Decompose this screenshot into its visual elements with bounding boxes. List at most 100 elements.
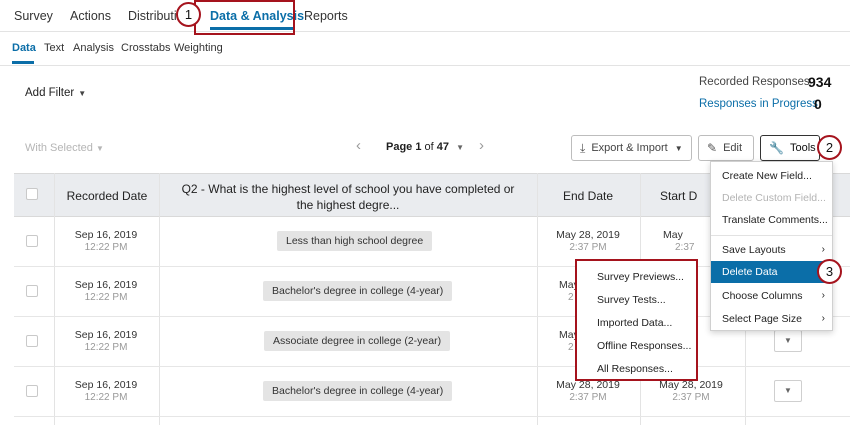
subtab-text[interactable]: Text xyxy=(44,42,64,54)
callout-highlight-data-analysis xyxy=(194,0,295,35)
tab-actions[interactable]: Actions xyxy=(70,9,111,23)
recorded-date-cell: Sep 16, 2019 xyxy=(74,329,138,341)
tab-survey[interactable]: Survey xyxy=(14,9,53,23)
answer-pill: Bachelor's degree in college (4-year) xyxy=(263,381,453,401)
chevron-down-icon: ▼ xyxy=(95,144,104,153)
submenu-item-offline-responses[interactable]: Offline Responses... xyxy=(577,335,695,357)
menu-item-create-new-field[interactable]: Create New Field... xyxy=(711,165,832,187)
with-selected-dropdown[interactable]: With Selected ▼ xyxy=(25,142,104,154)
chevron-right-icon: › xyxy=(821,244,825,255)
menu-item-label: Delete Data xyxy=(722,266,778,278)
recorded-date-cell: Sep 16, 2019 xyxy=(74,379,138,391)
with-selected-label: With Selected xyxy=(25,142,93,154)
menu-item-delete-custom-field: Delete Custom Field... xyxy=(711,187,832,209)
menu-item-label: Create New Field... xyxy=(722,170,812,182)
header-end-date[interactable]: End Date xyxy=(537,189,639,203)
row-actions-button[interactable]: ▼ xyxy=(774,330,802,352)
header-recorded-date[interactable]: Recorded Date xyxy=(56,189,158,203)
tools-button[interactable]: 🔧 Tools xyxy=(760,135,820,161)
tools-label: Tools xyxy=(789,142,816,154)
wrench-icon: 🔧 xyxy=(769,141,784,155)
answer-pill: Less than high school degree xyxy=(277,231,433,251)
end-date-cell: May 28, 2019 xyxy=(556,229,620,241)
column-divider xyxy=(54,173,55,425)
tab-reports[interactable]: Reports xyxy=(304,9,348,23)
row-actions-button[interactable]: ▼ xyxy=(774,380,802,402)
chevron-right-icon: › xyxy=(821,290,825,301)
recorded-responses-count: 934 xyxy=(808,74,832,90)
row-checkbox[interactable] xyxy=(26,285,38,297)
menu-item-choose-columns[interactable]: Choose Columns › xyxy=(711,285,832,307)
recorded-responses-label: Recorded Responses xyxy=(699,76,810,88)
previous-page-icon[interactable]: ‹ xyxy=(356,137,361,154)
next-page-icon[interactable]: › xyxy=(479,137,484,154)
add-filter-label: Add Filter xyxy=(25,87,75,99)
callout-badge-1: 1 xyxy=(176,2,201,27)
sub-nav: Data Text Analysis Crosstabs Weighting xyxy=(0,32,850,66)
edit-button[interactable]: ✎ Edit xyxy=(698,135,754,161)
recorded-date-cell: Sep 16, 2019 xyxy=(74,279,138,291)
row-divider xyxy=(14,366,850,367)
submenu-item-imported-data[interactable]: Imported Data... xyxy=(577,312,695,334)
header-q2[interactable]: Q2 - What is the highest level of school… xyxy=(178,181,518,213)
end-time-cell: 2:37 PM xyxy=(569,242,607,253)
responses-in-progress-count: 0 xyxy=(814,96,822,112)
submenu-item-survey-previews[interactable]: Survey Previews... xyxy=(577,266,695,288)
page-total: 47 xyxy=(436,141,450,153)
menu-item-select-page-size[interactable]: Select Page Size › xyxy=(711,308,832,330)
menu-item-label: Select Page Size xyxy=(722,313,802,325)
page-label: Page xyxy=(386,141,413,153)
subtab-crosstabs[interactable]: Crosstabs xyxy=(121,42,171,54)
row-divider xyxy=(14,416,850,417)
subtab-weighting[interactable]: Weighting xyxy=(174,42,223,54)
chevron-down-icon: ▼ xyxy=(784,386,792,395)
top-nav: Survey Actions Distributio Data & Analys… xyxy=(0,0,850,32)
recorded-time-cell: 12:22 PM xyxy=(84,242,128,253)
row-checkbox[interactable] xyxy=(26,335,38,347)
start-time-cell: 2:37 PM xyxy=(672,392,710,403)
tools-menu: Create New Field... Delete Custom Field.… xyxy=(710,161,833,331)
menu-item-label: Save Layouts xyxy=(722,244,786,256)
menu-item-save-layouts[interactable]: Save Layouts › xyxy=(711,239,832,261)
submenu-item-survey-tests[interactable]: Survey Tests... xyxy=(577,289,695,311)
page-of: of xyxy=(424,141,434,153)
chevron-right-icon: › xyxy=(821,313,825,324)
row-checkbox[interactable] xyxy=(26,385,38,397)
menu-item-delete-data[interactable]: Delete Data xyxy=(711,261,832,283)
subtab-analysis[interactable]: Analysis xyxy=(73,42,114,54)
export-import-button[interactable]: ⤓ Export & Import ▼ xyxy=(571,135,692,161)
callout-badge-3: 3 xyxy=(817,259,842,284)
subtab-data[interactable]: Data xyxy=(12,42,36,54)
answer-pill: Bachelor's degree in college (4-year) xyxy=(263,281,453,301)
pencil-icon: ✎ xyxy=(707,141,718,155)
page-current: 1 xyxy=(415,141,422,153)
start-date-cell: May xyxy=(663,229,683,241)
menu-separator xyxy=(711,235,832,236)
chevron-down-icon: ▼ xyxy=(784,336,792,345)
end-time-cell: 2:37 PM xyxy=(569,392,607,403)
menu-item-label: Choose Columns xyxy=(722,290,803,302)
export-import-label: Export & Import xyxy=(591,142,668,154)
download-icon: ⤓ xyxy=(580,140,586,155)
row-checkbox[interactable] xyxy=(26,235,38,247)
menu-item-label: Translate Comments... xyxy=(722,214,828,226)
submenu-item-all-responses[interactable]: All Responses... xyxy=(577,358,695,380)
menu-item-translate-comments[interactable]: Translate Comments... xyxy=(711,209,832,231)
callout-badge-2: 2 xyxy=(817,135,842,160)
chevron-down-icon: ▼ xyxy=(456,143,465,152)
responses-in-progress-link[interactable]: Responses in Progress xyxy=(699,98,818,110)
answer-pill: Associate degree in college (2-year) xyxy=(264,331,451,351)
start-time-cell: 2:37 xyxy=(675,242,695,253)
select-all-checkbox[interactable] xyxy=(26,188,38,200)
chevron-down-icon: ▼ xyxy=(674,143,683,153)
delete-data-submenu: Survey Previews... Survey Tests... Impor… xyxy=(575,259,698,381)
active-subtab-indicator xyxy=(12,61,34,64)
recorded-time-cell: 12:22 PM xyxy=(84,392,128,403)
column-divider xyxy=(159,173,160,425)
recorded-date-cell: Sep 16, 2019 xyxy=(74,229,138,241)
recorded-time-cell: 12:22 PM xyxy=(84,292,128,303)
edit-label: Edit xyxy=(723,142,743,154)
menu-item-label: Delete Custom Field... xyxy=(722,192,826,204)
page-selector[interactable]: Page 1 of 47 ▼ xyxy=(386,141,464,153)
add-filter-dropdown[interactable]: Add Filter ▼ xyxy=(25,87,86,99)
